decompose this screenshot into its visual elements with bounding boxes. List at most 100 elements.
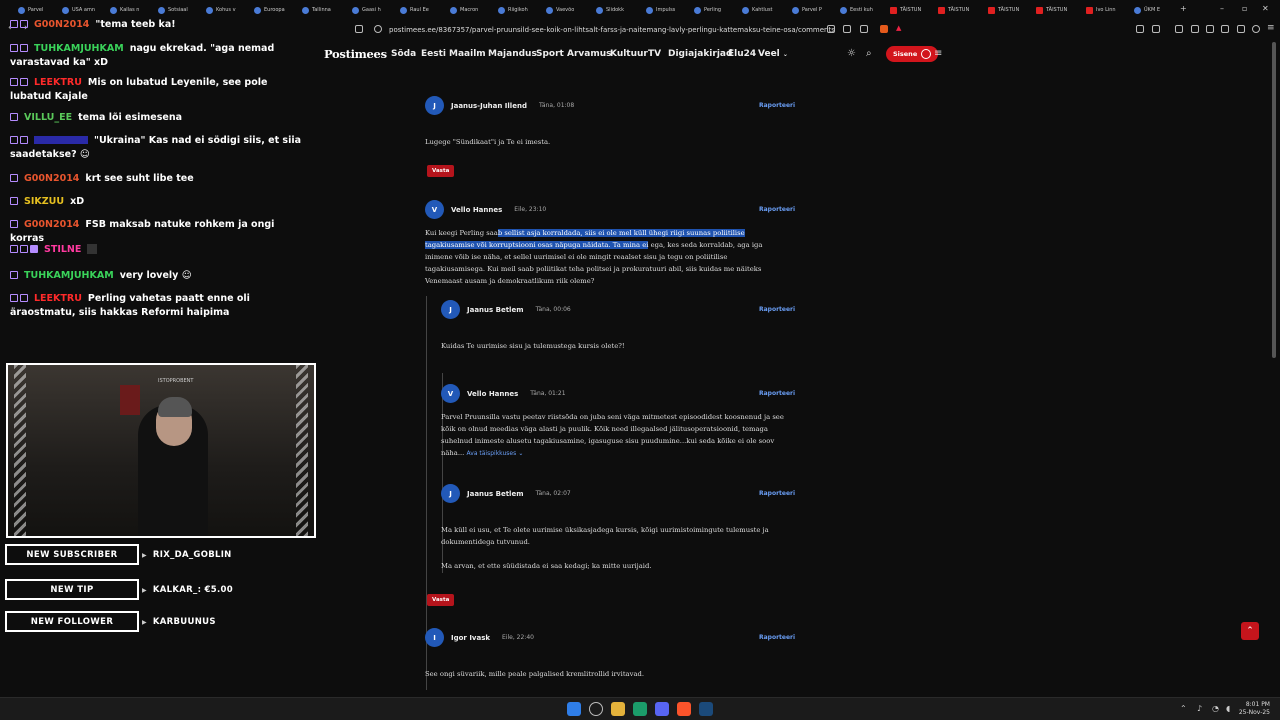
chat-badges-icon	[10, 18, 30, 32]
site-info-icon[interactable]	[374, 25, 382, 33]
browser-tab[interactable]: Vaevõo	[546, 4, 574, 16]
extension-icon[interactable]	[1152, 25, 1160, 33]
bookmark-icon[interactable]	[355, 25, 363, 33]
close-icon[interactable]: ✕	[1262, 4, 1269, 13]
steam-icon[interactable]	[699, 702, 713, 716]
menu-icon[interactable]: ≡	[1267, 23, 1275, 33]
browser-tab[interactable]: TÄISTUN	[938, 4, 969, 16]
clock[interactable]: 8:01 PM 25-Nov-25	[1239, 701, 1270, 717]
browser-tab[interactable]: Kahtlust	[742, 4, 773, 16]
site-logo[interactable]: Postimees	[324, 47, 387, 61]
browser-tab[interactable]: Parvel P	[792, 4, 822, 16]
report-link[interactable]: Raporteeri	[759, 306, 795, 313]
browser-tab[interactable]: Impulss	[646, 4, 675, 16]
chat-badges-icon	[10, 111, 20, 125]
chat-message: TUHKAMJUHKAM very lovely ☺	[10, 269, 310, 283]
extension-icon[interactable]	[1136, 25, 1144, 33]
comment-header: J Jaanus Betlem Täna, 02:07	[441, 484, 571, 503]
browser-tab[interactable]: Riigikoh	[498, 4, 528, 16]
scroll-to-top-button[interactable]: ⌃	[1241, 622, 1259, 640]
comment-time: Täna, 00:06	[535, 306, 571, 313]
reply-button[interactable]: Vasta	[427, 165, 455, 177]
browser-tab[interactable]: TÄISTUN	[890, 4, 921, 16]
chat-badges-icon	[10, 218, 20, 232]
file-explorer-icon[interactable]	[611, 702, 625, 716]
nav-item[interactable]: Elu24	[728, 49, 756, 59]
report-link[interactable]: Raporteeri	[759, 102, 795, 109]
browser-tab[interactable]: Eesti kuh	[840, 4, 873, 16]
login-button[interactable]: Sisene	[886, 46, 939, 62]
microphone-icon[interactable]: ♪	[1197, 704, 1202, 713]
nav-item-more[interactable]: Veel ⌄	[758, 49, 788, 59]
url-field[interactable]: postimees.ee/8367357/parvel-pruunsild-se…	[389, 26, 835, 34]
windows-start-icon[interactable]	[567, 702, 581, 716]
report-link[interactable]: Raporteeri	[759, 390, 795, 397]
comment-time: Täna, 01:08	[538, 102, 575, 109]
browser-tab[interactable]: Ivo Linn	[1086, 4, 1116, 16]
report-link[interactable]: Raporteeri	[759, 206, 795, 213]
browser-tab[interactable]: Macron	[450, 4, 478, 16]
comment-body: Lugege "Sündikaat"i ja Te ei imesta.	[425, 138, 551, 146]
comment-body: Ma küll ei usu, et Te olete uurimise üks…	[441, 526, 769, 546]
brave-shield-icon[interactable]	[880, 25, 888, 33]
new-tab-icon[interactable]: +	[1180, 4, 1187, 13]
network-icon[interactable]: ◔	[1212, 704, 1219, 713]
chat-message: G00N2014 "tema teeb ka!	[10, 18, 310, 32]
history-icon[interactable]	[1191, 25, 1199, 33]
brave-browser-icon[interactable]	[677, 702, 691, 716]
comment-author[interactable]: Vello Hannes	[467, 390, 518, 398]
install-app-icon[interactable]	[827, 25, 835, 33]
search-icon[interactable]	[589, 702, 603, 716]
read-more-link[interactable]: Ava täispikkuses	[467, 450, 517, 457]
minimize-icon[interactable]: –	[1220, 4, 1224, 13]
sidebar-icon[interactable]	[1206, 25, 1214, 33]
brave-rewards-icon[interactable]: ▲	[896, 24, 901, 32]
comment-time: Eile, 23:10	[514, 206, 547, 213]
nav-item[interactable]: Kultuur	[610, 49, 648, 59]
comment-author[interactable]: Vello Hannes	[451, 206, 502, 214]
search-icon[interactable]: ⌕	[866, 48, 872, 59]
browser-tab[interactable]: TÄISTUN	[988, 4, 1019, 16]
hamburger-menu-icon[interactable]: ≡	[934, 48, 942, 59]
nav-item[interactable]: Sport	[536, 49, 564, 59]
browser-tab[interactable]: Slidokk	[596, 4, 624, 16]
app-icon[interactable]	[633, 702, 647, 716]
nav-item[interactable]: Eesti	[421, 49, 446, 59]
reply-button[interactable]: Vasta	[427, 594, 455, 606]
comment-author[interactable]: Igor Ivask	[451, 634, 490, 642]
downloads-icon[interactable]	[1175, 25, 1183, 33]
share-icon[interactable]	[843, 25, 851, 33]
profile-icon[interactable]	[1252, 25, 1260, 33]
nav-item[interactable]: TV	[648, 49, 661, 59]
discord-icon[interactable]	[655, 702, 669, 716]
translate-icon[interactable]	[860, 25, 868, 33]
nav-item[interactable]: Sõda	[391, 49, 416, 59]
comment-author[interactable]: Jaanus Betlem	[467, 490, 524, 498]
browser-tab[interactable]: Gaasi h	[352, 4, 381, 16]
tab-favicon-icon	[742, 6, 749, 14]
alert-new-tip: NEW TIP	[5, 579, 139, 600]
vpn-icon[interactable]	[1237, 25, 1245, 33]
maximize-icon[interactable]: ▫	[1242, 4, 1247, 13]
nav-item[interactable]: Majandus	[488, 49, 537, 59]
comment-author[interactable]: Jaanus Betlem	[467, 306, 524, 314]
browser-tab[interactable]: Perling	[694, 4, 721, 16]
youtube-icon	[938, 6, 945, 14]
browser-tab[interactable]: Raul Ee	[400, 4, 429, 16]
nav-item[interactable]: Arvamus	[567, 49, 612, 59]
browser-tab[interactable]: ÜKM E	[1134, 4, 1160, 16]
chat-emote-icon	[87, 244, 98, 254]
wallet-icon[interactable]	[1221, 25, 1229, 33]
page-scrollbar[interactable]	[1272, 42, 1276, 358]
browser-tab[interactable]: TÄISTUN	[1036, 4, 1067, 16]
nav-item[interactable]: Digiajakirjad	[668, 49, 732, 59]
comment-author[interactable]: Jaanus-Juhan Illend	[451, 102, 527, 110]
volume-icon[interactable]: ◖	[1226, 704, 1230, 713]
report-link[interactable]: Raporteeri	[759, 634, 795, 641]
comment-header: I Igor Ivask Eile, 22:40	[425, 628, 534, 647]
report-link[interactable]: Raporteeri	[759, 490, 795, 497]
tray-overflow-icon[interactable]: ⌃	[1180, 704, 1187, 713]
theme-toggle-icon[interactable]: ☼	[847, 48, 856, 59]
youtube-icon	[988, 6, 995, 14]
nav-item[interactable]: Maailm	[449, 49, 486, 59]
